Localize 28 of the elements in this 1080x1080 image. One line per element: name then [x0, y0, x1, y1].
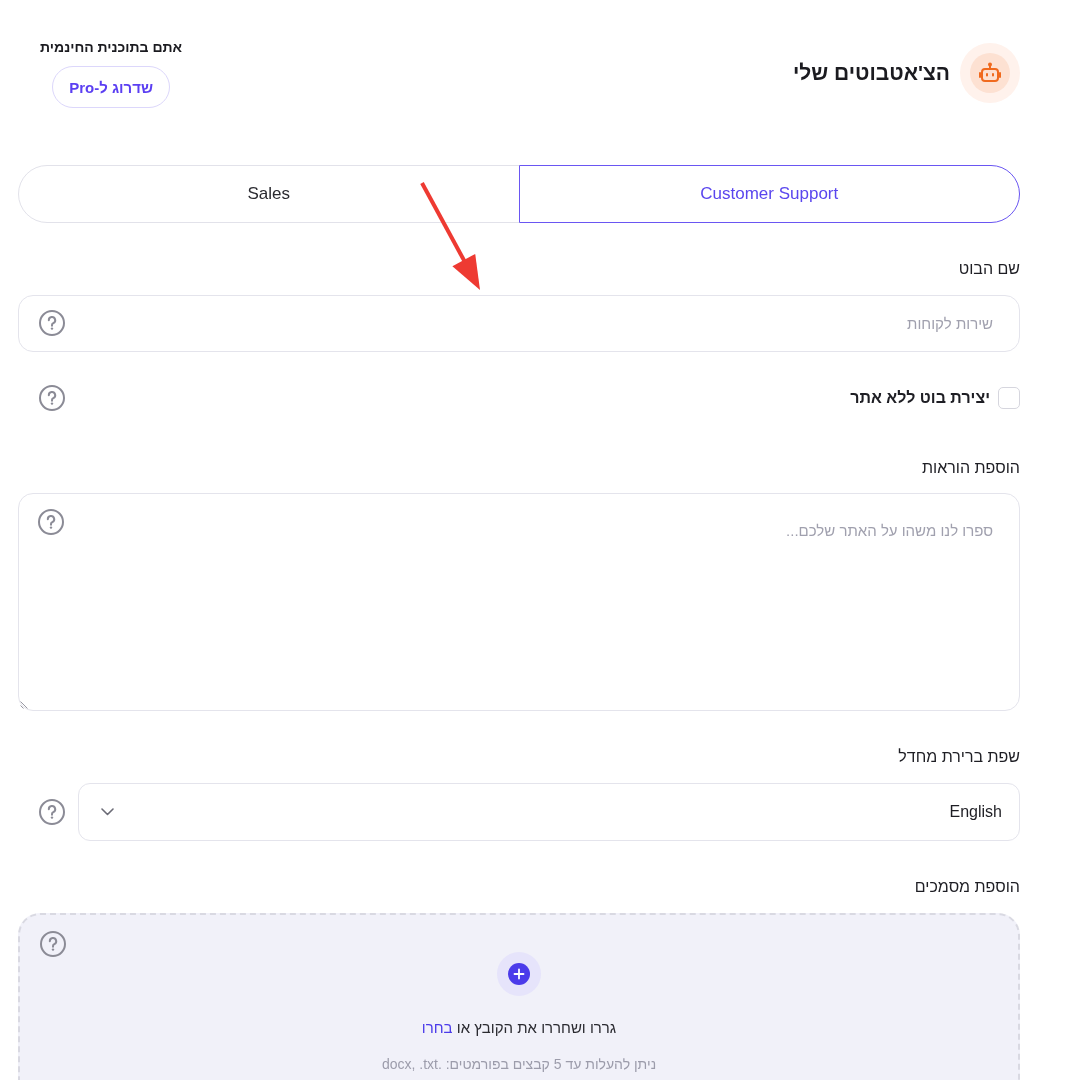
help-icon[interactable] — [39, 385, 65, 411]
help-icon[interactable] — [38, 509, 64, 535]
checkbox-label[interactable]: יצירת בוט ללא אתר — [850, 389, 990, 407]
upgrade-button[interactable]: שדרוג ל-Pro — [52, 66, 171, 108]
field-label: שפת ברירת מחדל — [898, 747, 1020, 767]
checkbox[interactable] — [998, 387, 1020, 409]
robot-icon — [960, 43, 1020, 103]
resize-handle-icon[interactable] — [20, 701, 28, 709]
selected-language: English — [949, 803, 1002, 821]
add-file-icon[interactable] — [497, 952, 541, 996]
field-label: שם הבוט — [958, 259, 1020, 279]
plan-status-text: אתם בתוכנית החינמית — [40, 38, 183, 56]
help-icon[interactable] — [39, 799, 65, 825]
help-icon[interactable] — [40, 931, 66, 957]
instructions-textarea[interactable]: ספרו לנו משהו על האתר שלכם... — [18, 493, 1020, 711]
browse-link[interactable]: בחרו — [421, 1019, 453, 1036]
drop-instructions: גררו ושחררו את הקובץ או בחרו — [421, 1018, 617, 1038]
chevron-down-icon — [101, 808, 114, 816]
page-title: הצ'אטבוטים שלי — [792, 61, 950, 85]
file-dropzone[interactable]: גררו ושחררו את הקובץ או בחרו ניתן להעלות עד 5 קבצים בפורמטים: .docx, .txt — [18, 913, 1020, 1080]
bot-tab[interactable]: Sales — [18, 165, 520, 223]
help-icon[interactable] — [39, 310, 65, 336]
upload-hint: ניתן להעלות עד 5 קבצים בפורמטים: .docx, .txt — [381, 1055, 657, 1074]
language-select[interactable]: English — [78, 783, 1020, 841]
field-label: הוספת הוראות — [922, 458, 1020, 478]
bot-name-field[interactable]: שירות לקוחות — [18, 295, 1020, 352]
field-label: הוספת מסמכים — [914, 877, 1020, 897]
bot-tab[interactable]: Customer Support — [518, 165, 1020, 223]
